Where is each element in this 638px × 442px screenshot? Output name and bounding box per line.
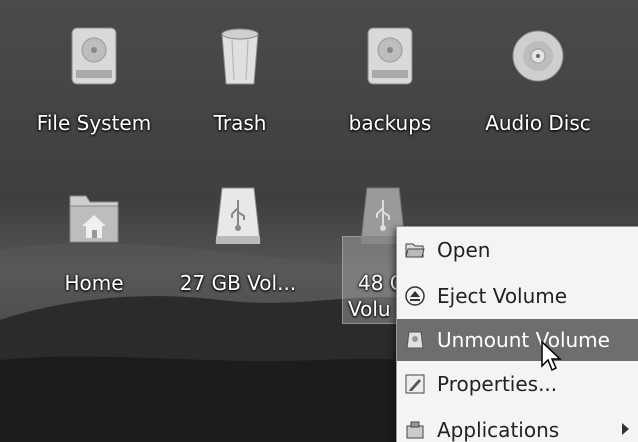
- desktop-icon-label: Audio Disc: [485, 111, 591, 135]
- optical-disc-icon: [512, 30, 564, 82]
- desktop-icon-label-line2: Volu: [348, 297, 391, 321]
- menu-item-open[interactable]: Open: [397, 229, 638, 271]
- desktop-icon-label: 27 GB Vol...: [179, 271, 297, 295]
- usb-drive-icon: [215, 187, 261, 244]
- desktop-icon-home[interactable]: Home: [34, 186, 154, 306]
- desktop-icon-trash[interactable]: Trash: [180, 26, 300, 146]
- desktop-icon-label: Home: [64, 271, 124, 295]
- applications-icon: [406, 421, 424, 439]
- menu-item-label: Eject Volume: [437, 284, 568, 308]
- unmount-icon: [406, 331, 424, 349]
- desktop-icon-file-system[interactable]: File System: [34, 26, 154, 146]
- eject-icon: [405, 286, 425, 306]
- open-icon: [405, 243, 425, 258]
- desktop-icon-label: backups: [348, 111, 432, 135]
- hard-drive-icon: [71, 27, 117, 85]
- menu-item-eject-volume[interactable]: Eject Volume: [397, 275, 638, 317]
- context-menu: Open Eject Volume Unmount Volume Propert…: [396, 226, 638, 442]
- desktop-icon-27gb-volume[interactable]: 27 GB Vol...: [178, 186, 298, 306]
- menu-item-unmount-volume[interactable]: Unmount Volume: [397, 319, 638, 361]
- submenu-arrow-icon: [622, 423, 629, 435]
- home-folder-icon: [69, 195, 119, 243]
- properties-icon: [405, 374, 425, 394]
- hard-drive-icon: [367, 27, 413, 85]
- trash-can-icon: [221, 26, 259, 85]
- mouse-cursor-icon: [541, 340, 562, 372]
- menu-item-label: Applications: [437, 418, 560, 442]
- desktop-icon-backups[interactable]: backups: [330, 26, 450, 146]
- menu-item-label: Open: [437, 238, 491, 262]
- menu-item-applications[interactable]: Applications: [397, 409, 638, 442]
- desktop[interactable]: File System Trash backups Audio Disc Hom…: [0, 0, 638, 442]
- desktop-icon-audio-disc[interactable]: Audio Disc: [478, 26, 598, 146]
- menu-item-label: Properties...: [437, 372, 558, 396]
- menu-item-properties[interactable]: Properties...: [397, 363, 638, 405]
- menu-item-label: Unmount Volume: [437, 328, 610, 352]
- desktop-icon-label: File System: [36, 111, 152, 135]
- desktop-icon-label: Trash: [213, 111, 267, 135]
